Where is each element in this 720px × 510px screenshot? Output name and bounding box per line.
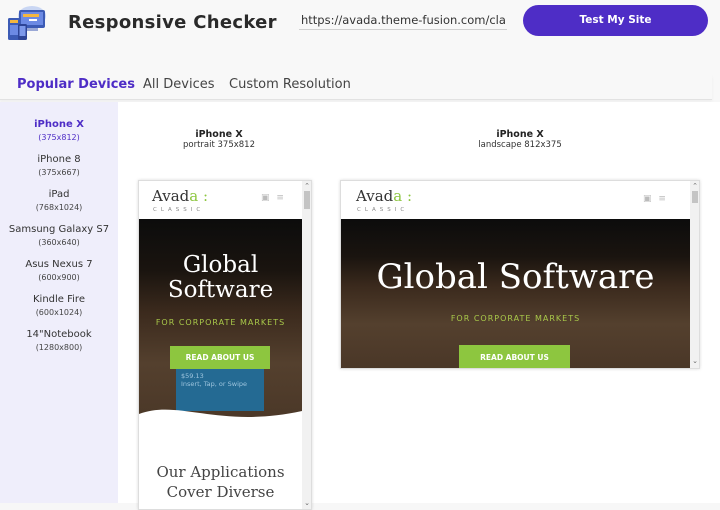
portrait-orientation: portrait 375x812 — [182, 140, 255, 150]
read-about-us-button[interactable]: READ ABOUT US — [459, 345, 570, 368]
sidebar-item-samsung-galaxy-s7[interactable]: Samsung Galaxy S7 (360x640) — [0, 224, 118, 247]
preview-area: iPhone X portrait 375x812 iPhone X lands… — [118, 102, 720, 510]
hero-title: Global Software — [139, 252, 302, 304]
read-about-us-button[interactable]: READ ABOUT US — [170, 346, 270, 369]
logo-colon: : — [406, 187, 413, 205]
scroll-thumb[interactable] — [692, 191, 698, 203]
apps-title-line2: Cover Diverse — [166, 482, 275, 501]
device-name: iPhone X — [34, 119, 84, 130]
portrait-device-name: iPhone X — [195, 129, 243, 140]
hero-subtitle: FOR CORPORATE MARKETS — [450, 314, 581, 323]
device-resolution: (600x900) — [38, 273, 80, 282]
site-logo[interactable]: Avada : — [356, 187, 412, 205]
logo-colon: : — [202, 187, 209, 205]
app-header: Responsive Checker Test My Site Popular … — [0, 0, 720, 100]
device-resolution: (375x667) — [38, 168, 80, 177]
responsive-devices-logo-icon — [6, 4, 50, 44]
url-input[interactable] — [299, 10, 507, 30]
test-my-site-button[interactable]: Test My Site — [523, 5, 708, 36]
logo-accent: a — [393, 187, 403, 205]
portrait-scrollbar[interactable]: ⌃ ⌄ — [302, 181, 311, 509]
device-name: iPhone 8 — [37, 154, 81, 165]
landscape-preview-frame[interactable]: Avada : CLASSIC ▣ ≡ Global Software FOR … — [340, 180, 700, 369]
site-logo-sub: CLASSIC — [153, 207, 205, 213]
device-name: Asus Nexus 7 — [25, 259, 93, 270]
hero-title-line1: Global — [182, 252, 259, 278]
logo-text: Avad — [152, 187, 190, 205]
device-resolution: (600x1024) — [35, 308, 83, 317]
menu-icon[interactable]: ≡ — [658, 194, 666, 204]
site-logo[interactable]: Avada : — [152, 187, 208, 205]
cart-icon[interactable]: ▣ — [261, 193, 270, 203]
scroll-thumb[interactable] — [304, 191, 310, 209]
device-resolution: (375x812) — [38, 133, 80, 142]
device-name: Kindle Fire — [33, 294, 85, 305]
sidebar-item-kindle-fire[interactable]: Kindle Fire (600x1024) — [0, 294, 118, 317]
sidebar-item-ipad[interactable]: iPad (768x1024) — [0, 189, 118, 212]
landscape-orientation: landscape 812x375 — [478, 140, 562, 150]
sidebar-item-14-notebook[interactable]: 14"Notebook (1280x800) — [0, 329, 118, 352]
tab-all-devices[interactable]: All Devices — [143, 77, 214, 92]
card-text: Insert, Tap, or Swipe — [181, 380, 247, 388]
sidebar-item-iphone-8[interactable]: iPhone 8 (375x667) — [0, 154, 118, 177]
device-name: iPad — [48, 189, 70, 200]
site-logo-sub: CLASSIC — [357, 207, 409, 213]
hero-subtitle: FOR CORPORATE MARKETS — [155, 318, 286, 327]
sidebar-item-asus-nexus-7[interactable]: Asus Nexus 7 (600x900) — [0, 259, 118, 282]
card-price: $59.13 — [181, 372, 204, 380]
hero-title: Global Software — [376, 257, 655, 297]
landscape-scrollbar[interactable]: ⌃ ⌄ — [690, 181, 699, 368]
landscape-preview-label: iPhone X landscape 812x375 — [340, 129, 700, 150]
device-resolution: (768x1024) — [35, 203, 83, 212]
portrait-preview-frame[interactable]: Avada : CLASSIC ▣ ≡ Global Software FOR … — [138, 180, 312, 510]
tab-popular-devices[interactable]: Popular Devices — [17, 77, 135, 92]
logo-text: Avad — [356, 187, 394, 205]
apps-title-line1: Our Applications — [156, 463, 285, 481]
device-sidebar: iPhone X (375x812) iPhone 8 (375x667) iP… — [0, 102, 118, 503]
tab-custom-resolution[interactable]: Custom Resolution — [229, 77, 351, 92]
scroll-up-icon[interactable]: ⌃ — [690, 182, 699, 190]
landscape-device-name: iPhone X — [496, 129, 544, 140]
device-resolution: (360x640) — [38, 238, 80, 247]
apps-section-title: Our Applications Cover Diverse — [139, 463, 302, 502]
sidebar-item-iphone-x[interactable]: iPhone X (375x812) — [0, 119, 118, 142]
app-title: Responsive Checker — [68, 12, 277, 33]
site-header: Avada : CLASSIC ▣ ≡ — [139, 181, 302, 219]
scroll-down-icon[interactable]: ⌄ — [690, 357, 699, 365]
device-name: 14"Notebook — [26, 329, 92, 340]
site-header-icons: ▣ ≡ — [643, 194, 666, 204]
site-hero: Global Software FOR CORPORATE MARKETS RE… — [139, 219, 302, 425]
device-tabs: Popular Devices All Devices Custom Resol… — [0, 74, 712, 100]
site-header: Avada : CLASSIC ▣ ≡ — [341, 181, 690, 219]
device-name: Samsung Galaxy S7 — [8, 224, 110, 235]
scroll-up-icon[interactable]: ⌃ — [302, 182, 311, 190]
site-hero: Global Software FOR CORPORATE MARKETS RE… — [341, 219, 690, 368]
hero-title-line2: Software — [167, 277, 274, 304]
cart-icon[interactable]: ▣ — [643, 194, 652, 204]
menu-icon[interactable]: ≡ — [276, 193, 284, 203]
site-header-icons: ▣ ≡ — [261, 193, 284, 203]
wave-divider — [139, 409, 302, 425]
scroll-down-icon[interactable]: ⌄ — [302, 499, 311, 507]
device-resolution: (1280x800) — [35, 343, 83, 352]
logo-accent: a — [189, 187, 199, 205]
portrait-preview-label: iPhone X portrait 375x812 — [138, 129, 300, 150]
